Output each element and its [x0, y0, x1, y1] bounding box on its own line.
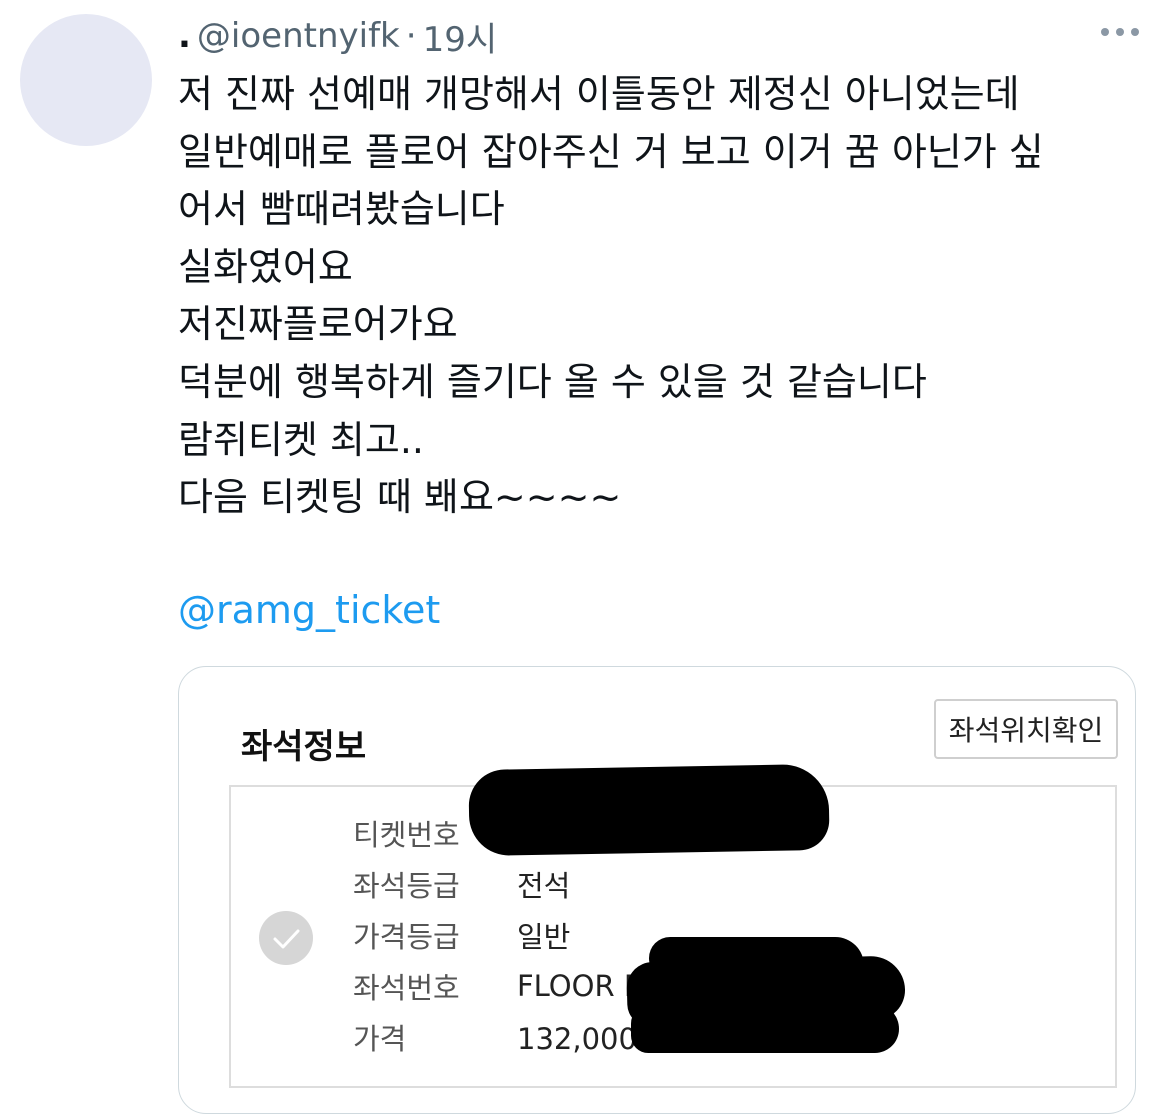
- info-label: 가격등급: [353, 919, 460, 954]
- tweet-text: 저 진짜 선예매 개망해서 이틀동안 제정신 아니었는데 일반예매로 플로어 잡…: [178, 66, 1148, 527]
- info-row-seat-grade: 좌석등급 전석: [353, 858, 664, 909]
- tweet-text-line: 덕분에 행복하게 즐기다 올 수 있을 것 같습니다: [178, 359, 927, 404]
- tweet-text-line: 일반예매로 플로어 잡아주신 거 보고 이거 꿈 아닌가 싶: [178, 129, 1044, 174]
- info-row-price: 가격 132,000원: [353, 1011, 664, 1062]
- attached-image-card[interactable]: 좌석정보 좌석위치확인 티켓번호 좌석등급 전석 가격등급 일반 좌석번호 FL…: [178, 666, 1136, 1114]
- tweet-text-line: 다음 티켓팅 때 봬요~~~~: [178, 475, 622, 520]
- tweet-header: . @ioentnyifk · 19시: [178, 12, 497, 60]
- tweet-text-line: 저진짜플로어가요: [178, 302, 458, 347]
- info-row-seat-number: 좌석번호 FLOOR B: [353, 960, 664, 1011]
- mention-link[interactable]: @ramg_ticket: [178, 588, 440, 632]
- tweet-text-line: 실화였어요: [178, 244, 353, 289]
- redaction-mark: [631, 1003, 899, 1053]
- header-separator: ·: [405, 16, 417, 56]
- info-value: 전석: [517, 868, 571, 903]
- redaction-mark: [468, 763, 830, 857]
- tweet-text-line: 저 진짜 선예매 개망해서 이틀동안 제정신 아니었는데: [178, 72, 1020, 116]
- info-value: 일반: [517, 919, 571, 954]
- timestamp[interactable]: 19시: [423, 12, 498, 61]
- info-label: 좌석등급: [353, 868, 460, 903]
- info-label: 가격: [353, 1021, 407, 1056]
- tweet-text-line: 어서 빰때려봤습니다: [178, 187, 505, 232]
- tweet-text-line: 람쥐티켓 최고..: [178, 417, 424, 462]
- avatar[interactable]: [20, 14, 152, 146]
- handle[interactable]: @ioentnyifk: [197, 16, 400, 56]
- more-horizontal-icon[interactable]: [1101, 28, 1139, 36]
- info-row-price-grade: 가격등급 일반: [353, 909, 664, 960]
- info-value: FLOOR B: [517, 968, 644, 1003]
- check-icon: [259, 911, 313, 965]
- info-label: 좌석번호: [353, 970, 460, 1005]
- seat-info-title: 좌석정보: [241, 727, 367, 767]
- display-name[interactable]: .: [178, 16, 191, 56]
- seat-location-button[interactable]: 좌석위치확인: [934, 699, 1118, 759]
